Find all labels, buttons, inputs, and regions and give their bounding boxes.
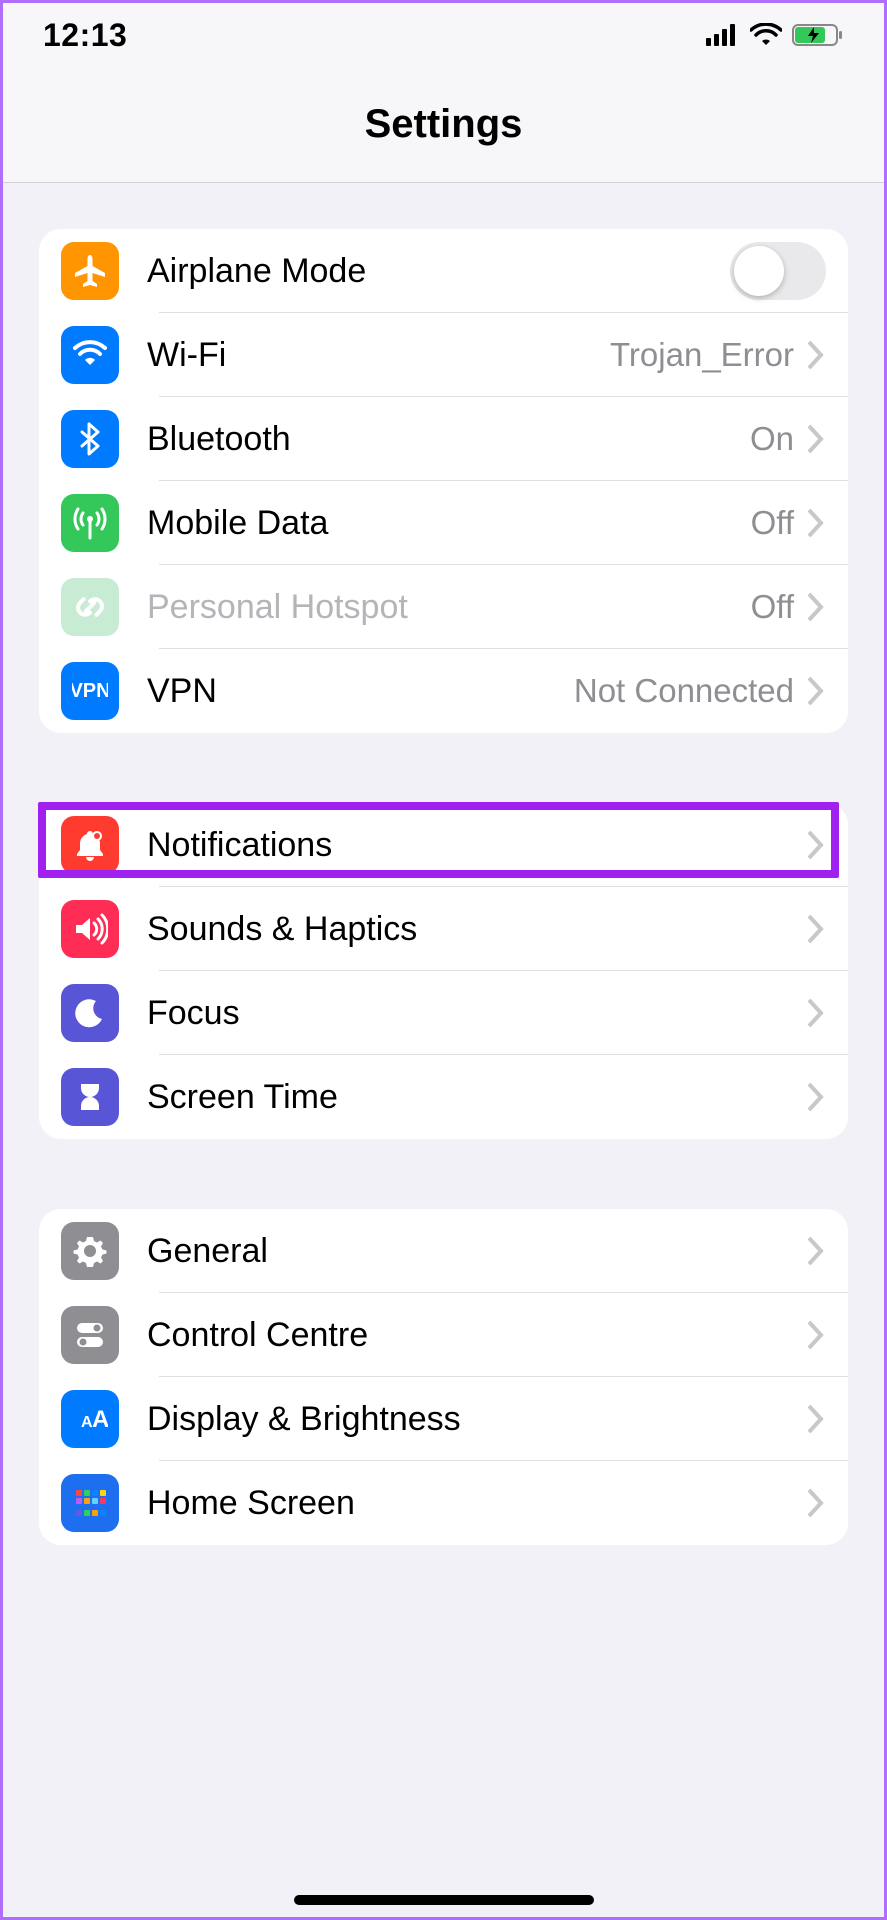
row-focus[interactable]: Focus xyxy=(39,971,848,1055)
chevron-right-icon xyxy=(804,506,826,540)
row-value: Off xyxy=(751,588,794,626)
link-icon xyxy=(61,578,119,636)
chevron-right-icon xyxy=(804,674,826,708)
settings-group: Airplane ModeWi-FiTrojan_ErrorBluetoothO… xyxy=(39,229,848,733)
row-label: Screen Time xyxy=(147,1078,804,1117)
row-label: Display & Brightness xyxy=(147,1400,804,1439)
row-mobile[interactable]: Mobile DataOff xyxy=(39,481,848,565)
row-homescreen[interactable]: Home Screen xyxy=(39,1461,848,1545)
status-bar: 12:13 xyxy=(3,3,884,67)
row-label: Mobile Data xyxy=(147,504,751,543)
chevron-right-icon xyxy=(804,1486,826,1520)
chevron-right-icon xyxy=(804,338,826,372)
row-label: Personal Hotspot xyxy=(147,588,751,627)
bell-icon xyxy=(61,816,119,874)
bluetooth-icon xyxy=(61,410,119,468)
chevron-right-icon xyxy=(804,1234,826,1268)
row-label: VPN xyxy=(147,672,574,711)
airplane-toggle[interactable] xyxy=(730,242,826,300)
chevron-right-icon xyxy=(804,996,826,1030)
row-label: Sounds & Haptics xyxy=(147,910,804,949)
row-vpn[interactable]: VPNNot Connected xyxy=(39,649,848,733)
vpn-icon xyxy=(61,662,119,720)
chevron-right-icon xyxy=(804,828,826,862)
chevron-right-icon xyxy=(804,1080,826,1114)
chevron-right-icon xyxy=(804,422,826,456)
row-general[interactable]: General xyxy=(39,1209,848,1293)
row-label: General xyxy=(147,1232,804,1271)
settings-list[interactable]: Airplane ModeWi-FiTrojan_ErrorBluetoothO… xyxy=(3,183,884,1545)
chevron-right-icon xyxy=(804,1402,826,1436)
row-value: Off xyxy=(751,504,794,542)
row-label: Focus xyxy=(147,994,804,1033)
row-control[interactable]: Control Centre xyxy=(39,1293,848,1377)
antenna-icon xyxy=(61,494,119,552)
battery-icon xyxy=(792,23,844,47)
cellular-icon xyxy=(706,24,740,46)
row-value: Not Connected xyxy=(574,672,794,710)
airplane-icon xyxy=(61,242,119,300)
row-bluetooth[interactable]: BluetoothOn xyxy=(39,397,848,481)
chevron-right-icon xyxy=(804,1318,826,1352)
chevron-right-icon xyxy=(804,590,826,624)
row-label: Notifications xyxy=(147,826,804,865)
row-airplane: Airplane Mode xyxy=(39,229,848,313)
status-indicators xyxy=(706,23,844,47)
row-screentime[interactable]: Screen Time xyxy=(39,1055,848,1139)
wifi-icon xyxy=(61,326,119,384)
row-display[interactable]: Display & Brightness xyxy=(39,1377,848,1461)
row-label: Airplane Mode xyxy=(147,252,730,291)
speaker-icon xyxy=(61,900,119,958)
chevron-right-icon xyxy=(804,912,826,946)
row-value: Trojan_Error xyxy=(610,336,794,374)
switches-icon xyxy=(61,1306,119,1364)
row-label: Bluetooth xyxy=(147,420,750,459)
status-time: 12:13 xyxy=(43,17,127,54)
grid-icon xyxy=(61,1474,119,1532)
row-hotspot[interactable]: Personal HotspotOff xyxy=(39,565,848,649)
home-indicator[interactable] xyxy=(294,1895,594,1905)
row-value: On xyxy=(750,420,794,458)
moon-icon xyxy=(61,984,119,1042)
wifi-status-icon xyxy=(750,23,782,47)
settings-group: Notifications Sounds & Haptics Focus Screen… xyxy=(39,803,848,1139)
row-notifications[interactable]: Notifications xyxy=(39,803,848,887)
aa-icon xyxy=(61,1390,119,1448)
gear-icon xyxy=(61,1222,119,1280)
row-sounds[interactable]: Sounds & Haptics xyxy=(39,887,848,971)
row-label: Wi-Fi xyxy=(147,336,610,375)
row-label: Control Centre xyxy=(147,1316,804,1355)
hourglass-icon xyxy=(61,1068,119,1126)
settings-group: General Control Centre Display & Brightnes… xyxy=(39,1209,848,1545)
nav-header: Settings xyxy=(3,67,884,183)
page-title: Settings xyxy=(365,102,523,147)
row-wifi[interactable]: Wi-FiTrojan_Error xyxy=(39,313,848,397)
row-label: Home Screen xyxy=(147,1484,804,1523)
